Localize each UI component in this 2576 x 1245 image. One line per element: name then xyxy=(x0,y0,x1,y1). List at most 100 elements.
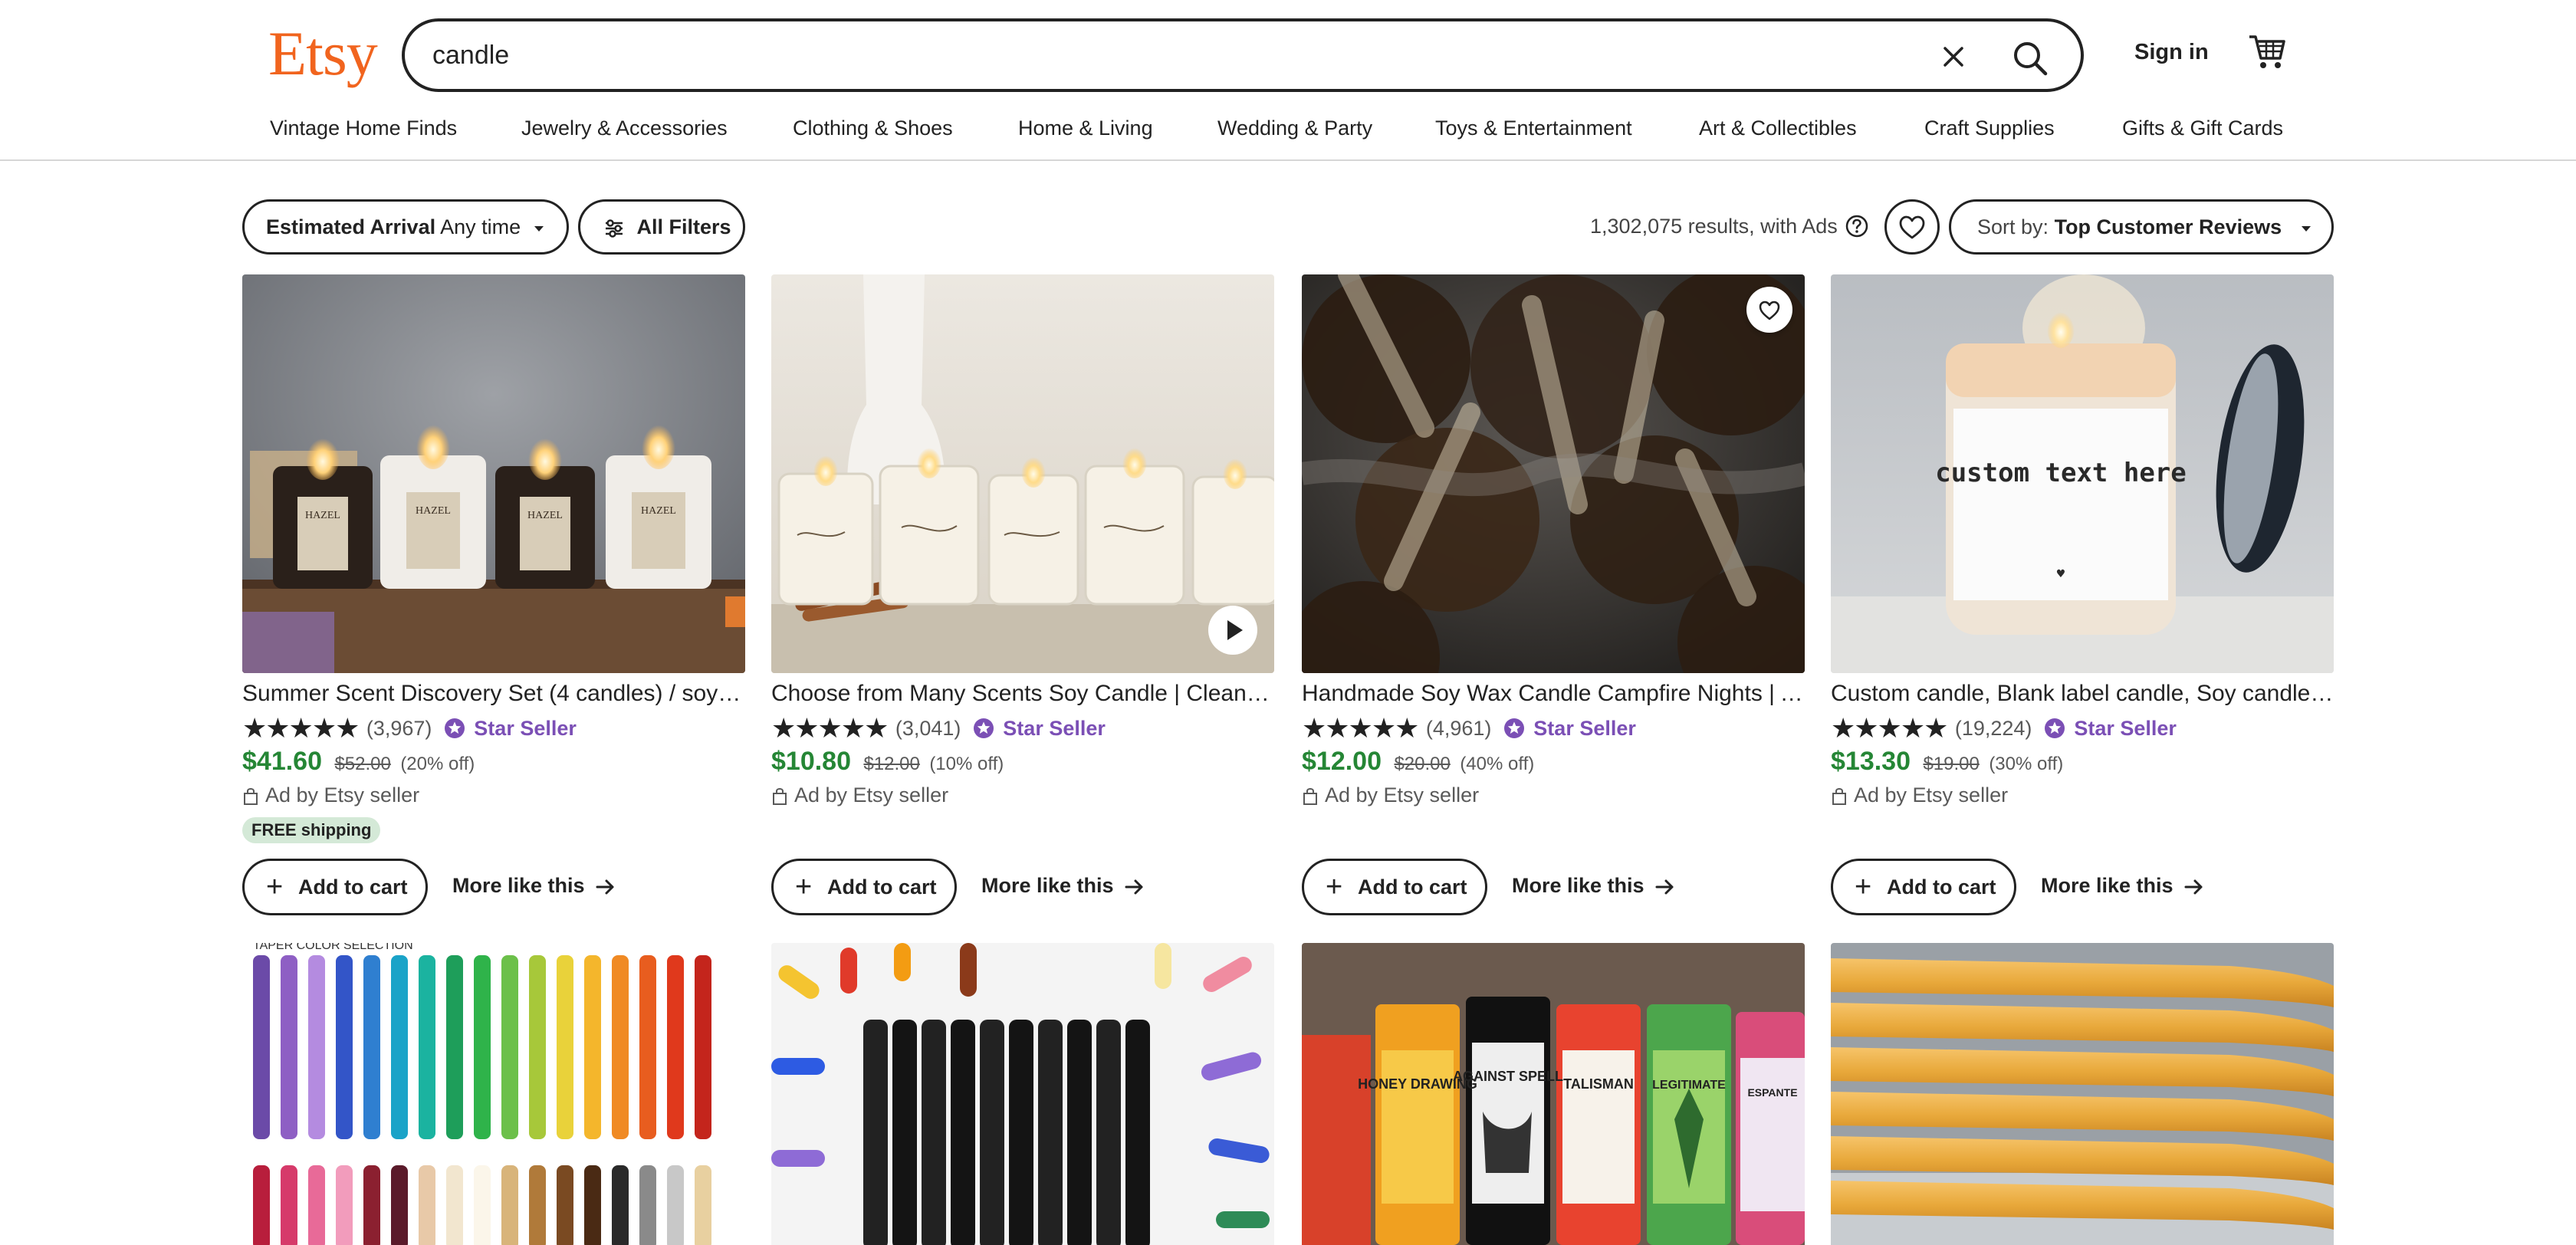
help-icon[interactable] xyxy=(1845,214,1869,238)
ad-text: Ad by Etsy seller xyxy=(794,783,949,806)
close-icon[interactable] xyxy=(1935,38,1972,75)
taper-candle xyxy=(501,1165,518,1245)
listing-title[interactable]: Summer Scent Discovery Set (4 candles) /… xyxy=(242,681,745,707)
sort-value: Top Customer Reviews xyxy=(2054,215,2282,238)
search-input[interactable] xyxy=(432,37,1889,74)
discount: (40% off) xyxy=(1460,754,1535,774)
more-like-this-label: More like this xyxy=(452,874,585,897)
rating-row: ★★★★★ (4,961) Star Seller xyxy=(1302,714,1636,742)
plus-icon: + xyxy=(266,871,284,903)
all-filters-label: All Filters xyxy=(636,215,731,238)
taper-candle xyxy=(695,1165,711,1245)
taper-candle xyxy=(363,1165,380,1245)
nav-art-collectibles[interactable]: Art & Collectibles xyxy=(1699,117,1857,140)
black-taper-candle xyxy=(951,1020,975,1245)
rating-row: ★★★★★ (19,224) Star Seller xyxy=(1831,714,2177,742)
black-chime-candles-photo xyxy=(771,943,1274,1245)
discount: (20% off) xyxy=(400,754,475,774)
nav-toys-entertainment[interactable]: Toys & Entertainment xyxy=(1435,117,1632,140)
nav-vintage-home-finds[interactable]: Vintage Home Finds xyxy=(270,117,457,140)
results-count: 1,302,075 results, with Ads xyxy=(1590,215,1838,238)
ad-bag-icon xyxy=(773,787,787,805)
taper-candle xyxy=(336,1165,353,1245)
arrow-right-icon xyxy=(596,879,614,895)
add-to-cart-button[interactable]: + Add to cart xyxy=(1831,859,2016,915)
beeswax-taper-candles-photo xyxy=(1831,943,2334,1245)
ad-text: Ad by Etsy seller xyxy=(1854,783,2009,806)
all-filters-button[interactable]: All Filters xyxy=(578,199,745,255)
listing-title[interactable]: Custom candle, Blank label candle, Soy c… xyxy=(1831,681,2334,707)
add-to-cart-button[interactable]: + Add to cart xyxy=(242,859,428,915)
taper-candle xyxy=(639,1165,656,1245)
estimated-arrival-label: Estimated Arrival xyxy=(266,215,436,238)
nav-gifts-gift-cards[interactable]: Gifts & Gift Cards xyxy=(2122,117,2283,140)
listing-image[interactable] xyxy=(771,274,1274,673)
jar-label-text: HAZEL xyxy=(305,510,340,521)
listing-card[interactable]: HAZEL HAZEL HAZEL HAZEL Summer Scent Dis… xyxy=(242,274,745,918)
more-like-this-link[interactable]: More like this xyxy=(452,874,616,898)
sort-dropdown[interactable]: Sort by: Top Customer Reviews xyxy=(1949,199,2334,255)
price-row: $12.00 $20.00 (40% off) xyxy=(1302,747,1534,777)
discovery-set-photo: HAZEL HAZEL HAZEL HAZEL xyxy=(242,274,745,673)
nav-clothing-shoes[interactable]: Clothing & Shoes xyxy=(793,117,953,140)
ad-label: Ad by Etsy seller xyxy=(1831,783,2008,807)
etsy-logo[interactable]: Etsy xyxy=(268,15,378,92)
star-seller-badge: Star Seller xyxy=(1003,716,1106,740)
plus-icon: + xyxy=(1326,871,1343,903)
nav-jewelry-accessories[interactable]: Jewelry & Accessories xyxy=(521,117,728,140)
heart-icon xyxy=(1899,215,1925,239)
save-search-button[interactable] xyxy=(1884,199,1940,255)
sale-price: $10.80 xyxy=(771,747,851,776)
nav-home-living[interactable]: Home & Living xyxy=(1018,117,1153,140)
favorite-button[interactable] xyxy=(1746,287,1792,333)
rating-row: ★★★★★ (3,967) Star Seller xyxy=(242,714,577,742)
taper-row-bottom xyxy=(253,1165,711,1245)
cart-icon[interactable] xyxy=(2246,31,2288,72)
taper-candle xyxy=(584,1165,601,1245)
free-shipping-badge: FREE shipping xyxy=(242,817,381,843)
add-to-cart-button[interactable]: + Add to cart xyxy=(771,859,957,915)
listing-image[interactable] xyxy=(1302,274,1805,673)
filters-icon xyxy=(606,219,623,238)
listing-image[interactable] xyxy=(1831,943,2334,1245)
taper-candle xyxy=(474,955,491,1139)
listing-image[interactable]: custom text here ♥ xyxy=(1831,274,2334,673)
more-like-this-link[interactable]: More like this xyxy=(1512,874,1675,898)
add-to-cart-label: Add to cart xyxy=(298,875,408,898)
listing-image[interactable]: TAPER COLOR SELECTION xyxy=(242,943,745,1245)
taper-candle xyxy=(419,1165,435,1245)
custom-label-candle-photo: custom text here ♥ xyxy=(1831,274,2334,673)
listing-title[interactable]: Handmade Soy Wax Candle Campfire Nights … xyxy=(1302,681,1805,707)
play-icon xyxy=(1227,620,1243,640)
listing-image[interactable]: HAZEL HAZEL HAZEL HAZEL xyxy=(242,274,745,673)
more-like-this-label: More like this xyxy=(981,874,1114,897)
estimated-arrival-dropdown[interactable]: Estimated Arrival Any time xyxy=(242,199,569,255)
taper-candle xyxy=(419,955,435,1139)
sale-price: $41.60 xyxy=(242,747,322,776)
listing-image[interactable]: HONEY DRAWING AGAINST SPELL TALISMAN LEG… xyxy=(1302,943,1805,1245)
taper-candle xyxy=(281,1165,297,1245)
results-number: 1,302,075 results, xyxy=(1590,215,1755,238)
review-count: (3,967) xyxy=(366,716,432,740)
more-like-this-label: More like this xyxy=(2041,874,2174,897)
discount: (10% off) xyxy=(929,754,1004,774)
play-video-button[interactable] xyxy=(1208,606,1257,655)
sign-in-link[interactable]: Sign in xyxy=(2134,40,2209,65)
search-icon[interactable] xyxy=(2009,37,2052,80)
listing-card[interactable]: custom text here ♥ Custom candle, Blank … xyxy=(1831,274,2334,918)
nav-wedding-party[interactable]: Wedding & Party xyxy=(1217,117,1372,140)
listing-title[interactable]: Choose from Many Scents Soy Candle | Cle… xyxy=(771,681,1274,707)
add-to-cart-button[interactable]: + Add to cart xyxy=(1302,859,1487,915)
more-like-this-link[interactable]: More like this xyxy=(981,874,1145,898)
taper-candle xyxy=(446,1165,463,1245)
search-bar[interactable] xyxy=(402,18,2084,92)
plus-icon: + xyxy=(1855,871,1872,903)
listing-card[interactable]: Handmade Soy Wax Candle Campfire Nights … xyxy=(1302,274,1805,918)
star-seller-icon xyxy=(2044,718,2065,738)
original-price: $19.00 xyxy=(1923,754,1980,774)
listing-card[interactable]: Choose from Many Scents Soy Candle | Cle… xyxy=(771,274,1274,918)
nav-craft-supplies[interactable]: Craft Supplies xyxy=(1924,117,2055,140)
listing-image[interactable] xyxy=(771,943,1274,1245)
candle-label-text: AGAINST SPELL xyxy=(1453,1069,1563,1084)
more-like-this-link[interactable]: More like this xyxy=(2041,874,2204,898)
